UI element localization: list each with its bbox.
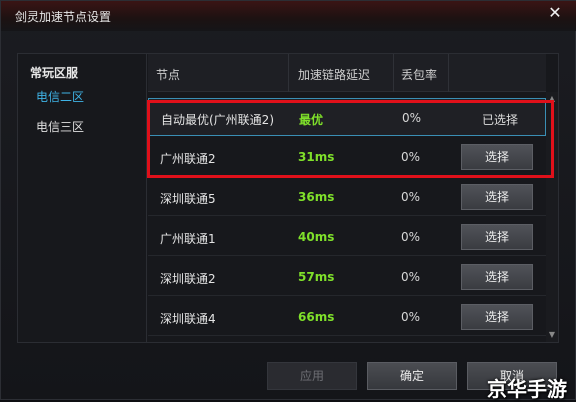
table-row[interactable]: 深圳联通4 66ms 0% 选择 — [148, 298, 546, 336]
apply-button[interactable]: 应用 — [267, 362, 357, 390]
ok-button[interactable]: 确定 — [367, 362, 457, 390]
row-latency: 36ms — [298, 190, 335, 204]
window-title: 剑灵加速节点设置 — [15, 10, 112, 24]
close-icon[interactable]: ✕ — [541, 1, 569, 27]
select-button[interactable]: 选择 — [461, 304, 533, 330]
row-node-name: 自动最优(广州联通2) — [161, 113, 274, 127]
header-node: 节点 — [156, 68, 181, 82]
title-bar[interactable]: 剑灵加速节点设置 ✕ — [1, 1, 576, 31]
row-selected-status: 已选择 — [482, 113, 519, 127]
column-divider — [288, 54, 289, 92]
row-packet-loss: 0% — [401, 150, 421, 164]
watermark-logo: 京华手游 — [487, 377, 567, 401]
server-sidebar: 常玩区服 电信二区 电信三区 — [18, 54, 147, 342]
row-packet-loss: 0% — [401, 310, 421, 324]
row-packet-loss: 0% — [401, 230, 421, 244]
sidebar-item-telecom-2[interactable]: 电信二区 — [36, 88, 84, 105]
table-row[interactable]: 广州联通1 40ms 0% 选择 — [148, 218, 546, 256]
settings-panel: 常玩区服 电信二区 电信三区 节点 加速链路延迟 丢包率 自动最优(广州联通2)… — [17, 53, 559, 343]
row-node-name: 深圳联通5 — [160, 192, 216, 206]
scroll-up-icon[interactable]: ▲ — [546, 94, 558, 104]
row-latency: 31ms — [298, 150, 335, 164]
row-node-name: 广州联通2 — [160, 152, 216, 166]
column-divider — [393, 54, 394, 92]
node-settings-dialog: 剑灵加速节点设置 ✕ 常玩区服 电信二区 电信三区 节点 加速链路延迟 丢包率 … — [0, 0, 576, 401]
table-header: 节点 加速链路延迟 丢包率 — [148, 54, 546, 92]
table-row[interactable]: 深圳联通5 36ms 0% 选择 — [148, 178, 546, 216]
row-latency: 66ms — [298, 310, 335, 324]
row-packet-loss: 0% — [402, 111, 422, 125]
select-button[interactable]: 选择 — [461, 144, 533, 170]
select-button[interactable]: 选择 — [461, 184, 533, 210]
sidebar-item-telecom-3[interactable]: 电信三区 — [36, 118, 84, 135]
header-latency: 加速链路延迟 — [298, 68, 371, 82]
table-row[interactable]: 自动最优(广州联通2) 最优 0% 已选择 — [148, 98, 546, 136]
sidebar-heading: 常玩区服 — [30, 66, 79, 80]
table-row[interactable]: 深圳联通2 57ms 0% 选择 — [148, 258, 546, 296]
table-scrollbar[interactable]: ▲ ▼ — [546, 92, 558, 342]
row-latency: 最优 — [299, 113, 324, 127]
scroll-down-icon[interactable]: ▼ — [546, 330, 558, 340]
select-button[interactable]: 选择 — [461, 224, 533, 250]
row-latency: 57ms — [298, 270, 335, 284]
row-node-name: 深圳联通2 — [160, 272, 216, 286]
row-latency: 40ms — [298, 230, 335, 244]
row-packet-loss: 0% — [401, 190, 421, 204]
column-divider — [448, 54, 449, 92]
select-button[interactable]: 选择 — [461, 264, 533, 290]
row-node-name: 深圳联通4 — [160, 312, 216, 326]
row-packet-loss: 0% — [401, 270, 421, 284]
header-packet-loss: 丢包率 — [401, 68, 438, 82]
table-row[interactable]: 广州联通2 31ms 0% 选择 — [148, 138, 546, 176]
row-node-name: 广州联通1 — [160, 232, 216, 246]
node-table: 节点 加速链路延迟 丢包率 自动最优(广州联通2) 最优 0% 已选择 广州联通… — [148, 54, 546, 342]
